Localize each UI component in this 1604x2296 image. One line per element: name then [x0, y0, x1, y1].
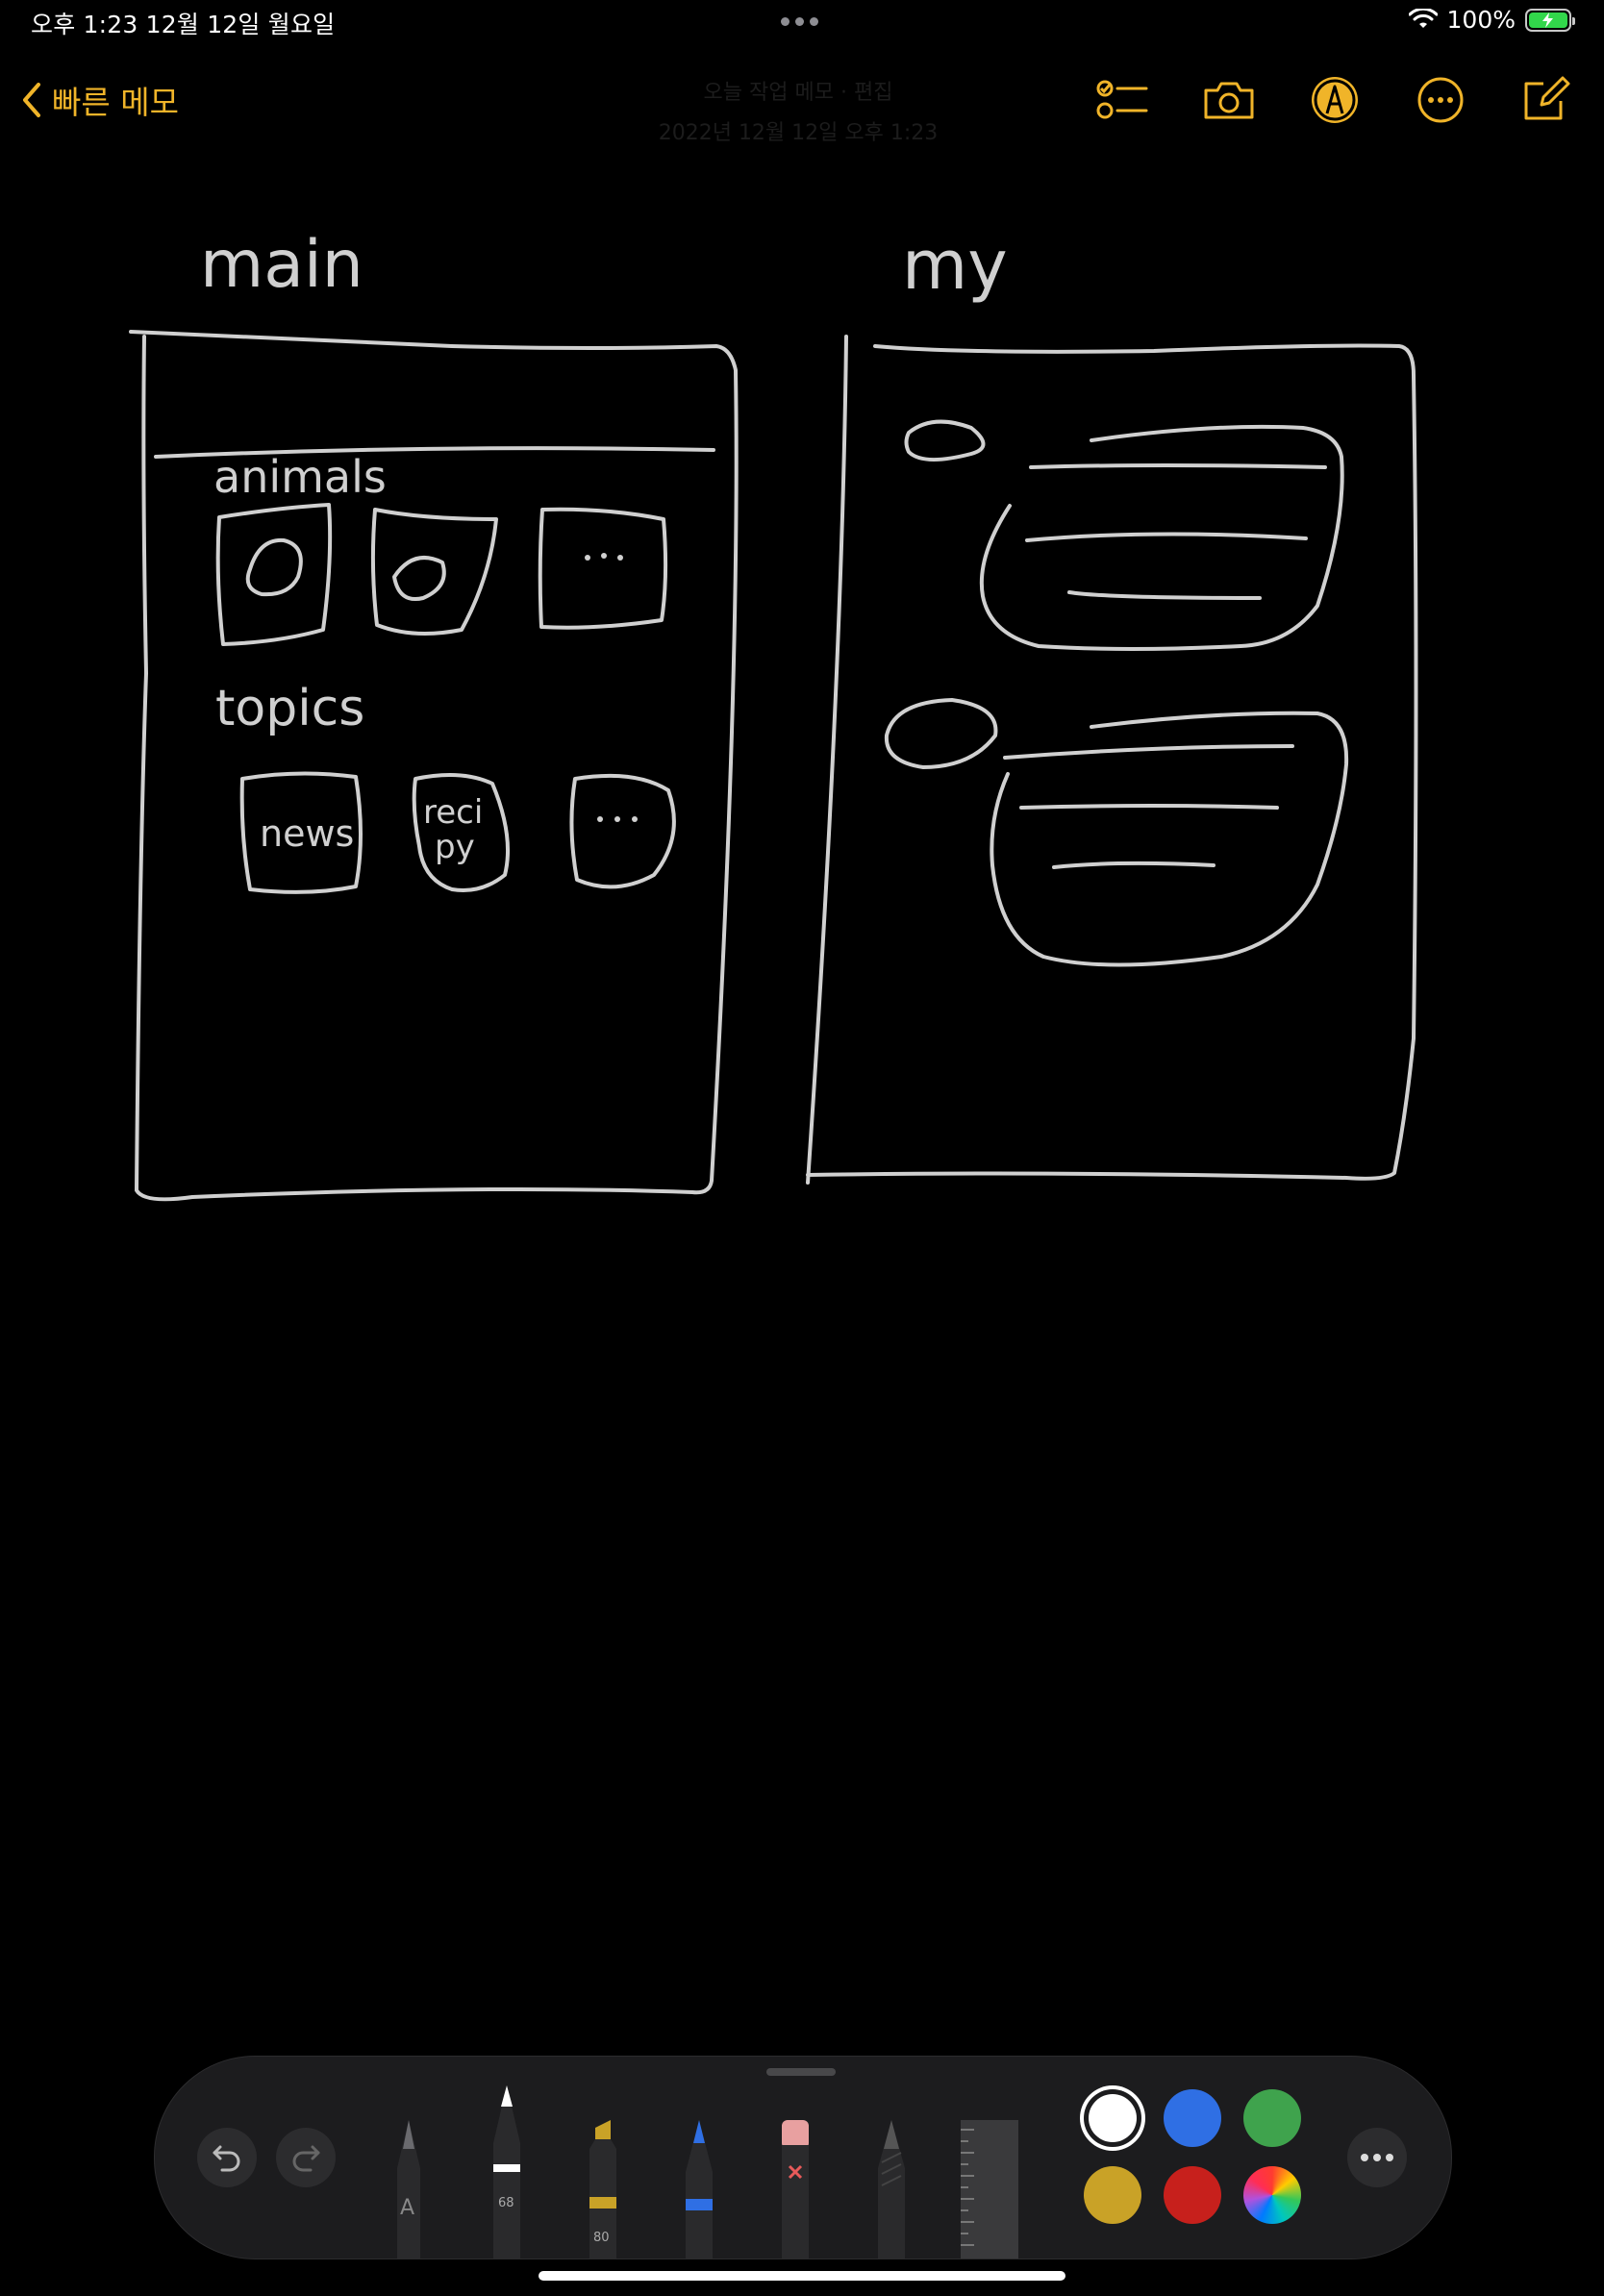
checklist-icon[interactable]: [1092, 69, 1154, 131]
pen-tool[interactable]: A: [389, 2120, 428, 2262]
color-green[interactable]: [1243, 2089, 1301, 2147]
multitasking-dots-icon[interactable]: [781, 17, 818, 26]
undo-button[interactable]: [197, 2128, 257, 2187]
pencil-tool[interactable]: [870, 2120, 913, 2262]
compose-icon[interactable]: [1516, 69, 1577, 131]
status-right: 100%: [1408, 6, 1575, 34]
back-button[interactable]: 빠른 메모: [21, 77, 179, 123]
marker-tool[interactable]: 68: [486, 2085, 528, 2262]
markup-pen-icon[interactable]: [1304, 69, 1366, 131]
battery-icon: [1525, 8, 1575, 32]
handwritten-sketch: main animals topics news reci py my: [129, 226, 1418, 1202]
redo-button[interactable]: [276, 2128, 336, 2187]
undo-icon: [213, 2145, 240, 2172]
sketch-tile-recipe: reci: [423, 793, 483, 832]
color-white[interactable]: [1089, 2094, 1137, 2142]
toolbar-grabber[interactable]: [766, 2068, 836, 2076]
chevron-left-icon: [23, 83, 40, 117]
status-time: 오후 1:23 12월 12일 월요일: [31, 11, 336, 38]
navigation-bar: 빠른 메모 오늘 작업 메모 · 편집 2022년 12월 12일 오후 1:2…: [0, 58, 1604, 154]
eraser-tool[interactable]: [774, 2120, 816, 2262]
more-icon: [1361, 2154, 1393, 2161]
drawing-canvas[interactable]: main animals topics news reci py my: [0, 154, 1604, 1981]
note-date-text: 2022년 12월 12일 오후 1:23: [658, 121, 939, 145]
sketch-label-animals: animals: [213, 451, 387, 503]
back-label: 빠른 메모: [52, 84, 179, 121]
color-blue[interactable]: [1164, 2089, 1221, 2147]
camera-icon[interactable]: [1198, 69, 1260, 131]
color-yellow[interactable]: [1084, 2166, 1141, 2224]
color-picker-wheel[interactable]: [1243, 2166, 1301, 2224]
wifi-icon: [1408, 8, 1438, 28]
more-tools-button[interactable]: [1347, 2128, 1407, 2187]
ruler-tool[interactable]: [959, 2120, 1020, 2262]
color-red[interactable]: [1164, 2166, 1221, 2224]
drawing-toolbar: A 68 80: [154, 2056, 1452, 2259]
home-indicator[interactable]: [539, 2271, 1065, 2281]
pen-tool-letter: A: [400, 2196, 414, 2220]
sketch-tile-recipe-2: py: [435, 828, 475, 866]
note-title-text: 오늘 작업 메모 · 편집: [703, 81, 893, 105]
sketch-tile-news: news: [260, 812, 354, 855]
marker-size: 68: [498, 2196, 514, 2210]
battery-percent: 100%: [1446, 6, 1516, 34]
more-icon[interactable]: [1410, 69, 1471, 131]
note-title: 오늘 작업 메모 · 편집 2022년 12월 12일 오후 1:23: [539, 73, 1058, 154]
status-bar: 오후 1:23 12월 12일 월요일 100%: [0, 0, 1604, 50]
sketch-label-topics: topics: [215, 680, 364, 737]
sketch-label-my: my: [902, 226, 1008, 305]
highlighter-size: 80: [593, 2231, 610, 2245]
highlighter-tool[interactable]: 80: [582, 2120, 624, 2262]
redo-icon: [292, 2145, 320, 2172]
blue-pen-tool[interactable]: [678, 2120, 720, 2262]
sketch-label-main: main: [200, 227, 363, 303]
